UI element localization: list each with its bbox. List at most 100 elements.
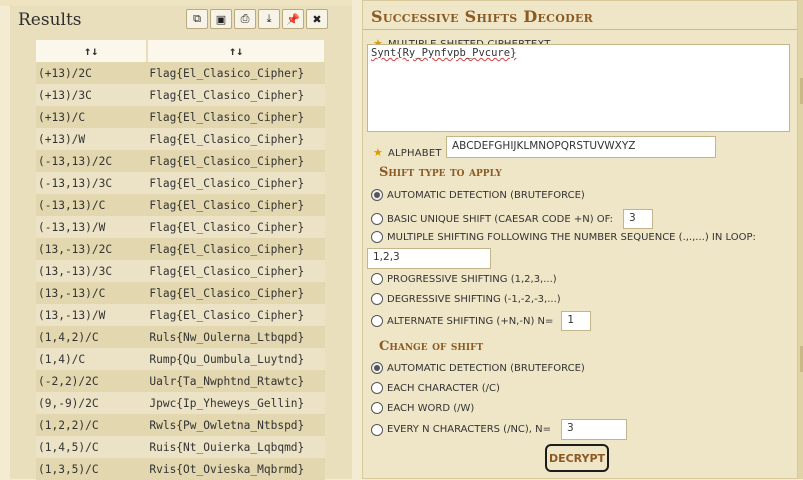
decoded-text-cell: Flag{El_Clasico_Cipher} [147,150,325,172]
decoded-text-cell: Flag{El_Clasico_Cipher} [147,194,325,216]
shift-pattern-cell: (9,-9)/2C [36,392,148,414]
shift-alternate-radio[interactable] [371,315,383,327]
decoded-text-cell: Ualr{Ta_Nwphtnd_Rtawtc} [147,370,325,392]
table-row: (+13)/3C Flag{El_Clasico_Cipher} [36,84,325,106]
shift-pattern-cell: (1,3,5)/C [36,458,148,480]
change-every-n-option[interactable]: EVERY N CHARACTERS (/NC), N= 3 [371,419,628,440]
shift-multiple-label: MULTIPLE SHIFTING FOLLOWING THE NUMBER S… [387,231,756,243]
shift-pattern-cell: (+13)/W [36,128,148,150]
change-each-char-radio[interactable] [371,382,383,394]
shift-alternate-label: ALTERNATE SHIFTING (+N,-N) N= [387,315,554,327]
decoded-text-cell: Flag{El_Clasico_Cipher} [147,282,325,304]
table-row: (1,4,5)/C Ruis{Nt_Ouierka_Lqbqmd} [36,436,325,458]
shift-pattern-cell: (1,4)/C [36,348,148,370]
shift-auto-radio[interactable] [371,189,383,201]
decoded-text-cell: Rwls{Pw_Owletna_Ntbspd} [147,414,325,436]
change-auto-radio[interactable] [371,362,383,374]
table-row: (+13)/W Flag{El_Clasico_Cipher} [36,128,325,150]
alphabet-label-row: ★ ALPHABET [373,141,442,160]
alphabet-input[interactable]: ABCDEFGHIJKLMNOPQRSTUVWXYZ [446,136,716,158]
shift-progressive-option[interactable]: PROGRESSIVE SHIFTING (1,2,3,...) [371,273,557,285]
shift-pattern-cell: (13,-13)/C [36,282,148,304]
ciphertext-value: Synt{Ry_Pynfvpb_Pvcure} [371,47,517,59]
decoded-text-cell: Flag{El_Clasico_Cipher} [147,106,325,128]
decoded-text-cell: Jpwc{Ip_Yheweys_Gellin} [147,392,325,414]
decoded-text-cell: Rump{Qu_Oumbula_Luytnd} [147,348,325,370]
shift-pattern-cell: (-13,13)/W [36,216,148,238]
shift-basic-radio[interactable] [371,213,383,225]
title-divider [363,29,797,30]
shift-pattern-cell: (-2,2)/2C [36,370,148,392]
decoded-text-cell: Ruis{Nt_Ouierka_Lqbqmd} [147,436,325,458]
decoded-text-cell: Flag{El_Clasico_Cipher} [147,62,325,84]
shift-pattern-cell: (+13)/C [36,106,148,128]
table-row: (1,4,2)/C Ruls{Nw_Oulerna_Ltbqpd} [36,326,325,348]
results-table-wrap: ↑↓ ↑↓ (+13)/2C Flag{El_Clasico_Cipher} (+1… [36,40,326,480]
decoded-text-cell: Flag{El_Clasico_Cipher} [147,304,325,326]
shift-auto-option[interactable]: AUTOMATIC DETECTION (BRUTEFORCE) [371,189,585,201]
table-row: (-13,13)/2C Flag{El_Clasico_Cipher} [36,150,325,172]
close-icon[interactable]: ✖ [306,9,328,29]
decoder-title: Successive Shifts Decoder [371,7,594,26]
alphabet-label: ALPHABET [387,148,442,159]
sort-column-1-button[interactable]: ↑↓ [36,40,149,62]
decoded-text-cell: Flag{El_Clasico_Cipher} [147,238,325,260]
shift-pattern-cell: (-13,13)/2C [36,150,148,172]
shift-basic-input[interactable]: 3 [623,209,654,229]
shift-multiple-option[interactable]: MULTIPLE SHIFTING FOLLOWING THE NUMBER S… [371,231,756,243]
shift-auto-label: AUTOMATIC DETECTION (BRUTEFORCE) [387,189,585,201]
shift-pattern-cell: (-13,13)/3C [36,172,148,194]
download-icon[interactable]: ⤓ [258,9,280,29]
shift-sequence-input[interactable]: 1,2,3 [367,248,491,269]
ciphertext-textarea[interactable]: Synt{Ry_Pynfvpb_Pvcure} [367,44,790,132]
change-auto-option[interactable]: AUTOMATIC DETECTION (BRUTEFORCE) [371,362,585,374]
right-edge-scroll [798,0,803,479]
table-row: (9,-9)/2C Jpwc{Ip_Yheweys_Gellin} [36,392,325,414]
shift-basic-option[interactable]: BASIC UNIQUE SHIFT (CAESAR CODE +N) OF: … [371,209,654,229]
results-toolbar: ⧉ ▣ ⎙ ⤓ 📌 ✖ [186,9,328,31]
save-icon[interactable]: ▣ [210,9,232,29]
shift-pattern-cell: (13,-13)/W [36,304,148,326]
shift-type-title: Shift type to apply [379,165,502,180]
decrypt-button[interactable]: DECRYPT [545,444,609,472]
table-row: (13,-13)/C Flag{El_Clasico_Cipher} [36,282,325,304]
shift-pattern-cell: (+13)/3C [36,84,148,106]
shift-multiple-radio[interactable] [371,231,383,243]
shift-degressive-radio[interactable] [371,293,383,305]
table-row: (+13)/2C Flag{El_Clasico_Cipher} [36,62,325,84]
results-table-body: (+13)/2C Flag{El_Clasico_Cipher} (+13)/3C F… [36,62,325,480]
star-icon: ★ [373,146,383,159]
pin-icon[interactable]: 📌 [282,9,304,29]
table-row: (13,-13)/2C Flag{El_Clasico_Cipher} [36,238,325,260]
shift-pattern-cell: (13,-13)/3C [36,260,148,282]
decoded-text-cell: Ruls{Nw_Oulerna_Ltbqpd} [147,326,325,348]
shift-pattern-cell: (1,4,5)/C [36,436,148,458]
print-icon[interactable]: ⎙ [234,9,256,29]
change-every-n-input[interactable]: 3 [561,419,628,440]
decoder-panel: Successive Shifts Decoder ★ MULTIPLE SHI… [362,0,798,479]
table-row: (1,4)/C Rump{Qu_Oumbula_Luytnd} [36,348,325,370]
shift-alternate-option[interactable]: ALTERNATE SHIFTING (+N,-N) N= 1 [371,311,592,331]
shift-pattern-cell: (+13)/2C [36,62,148,84]
table-row: (-13,13)/3C Flag{El_Clasico_Cipher} [36,172,325,194]
change-each-char-option[interactable]: EACH CHARACTER (/C) [371,382,500,394]
copy-icon[interactable]: ⧉ [186,9,208,29]
change-each-char-label: EACH CHARACTER (/C) [387,382,500,394]
change-each-word-radio[interactable] [371,402,383,414]
results-table: ↑↓ ↑↓ (+13)/2C Flag{El_Clasico_Cipher} (+1… [36,40,326,480]
shift-degressive-option[interactable]: DEGRESSIVE SHIFTING (-1,-2,-3,...) [371,293,561,305]
change-each-word-option[interactable]: EACH WORD (/W) [371,402,474,414]
sort-column-2-button[interactable]: ↑↓ [147,40,326,62]
decoded-text-cell: Flag{El_Clasico_Cipher} [147,260,325,282]
shift-basic-label: BASIC UNIQUE SHIFT (CAESAR CODE +N) OF: [387,213,614,225]
shift-pattern-cell: (1,4,2)/C [36,326,148,348]
shift-alternate-input[interactable]: 1 [561,311,592,331]
shift-progressive-label: PROGRESSIVE SHIFTING (1,2,3,...) [387,273,557,285]
shift-degressive-label: DEGRESSIVE SHIFTING (-1,-2,-3,...) [387,293,561,305]
panel-divider [352,0,362,479]
shift-progressive-radio[interactable] [371,273,383,285]
decoded-text-cell: Flag{El_Clasico_Cipher} [147,216,325,238]
decoded-text-cell: Rvis{Ot_Ovieska_Mqbrmd} [147,458,325,480]
shift-pattern-cell: (1,2,2)/C [36,414,148,436]
change-every-n-radio[interactable] [371,423,383,436]
